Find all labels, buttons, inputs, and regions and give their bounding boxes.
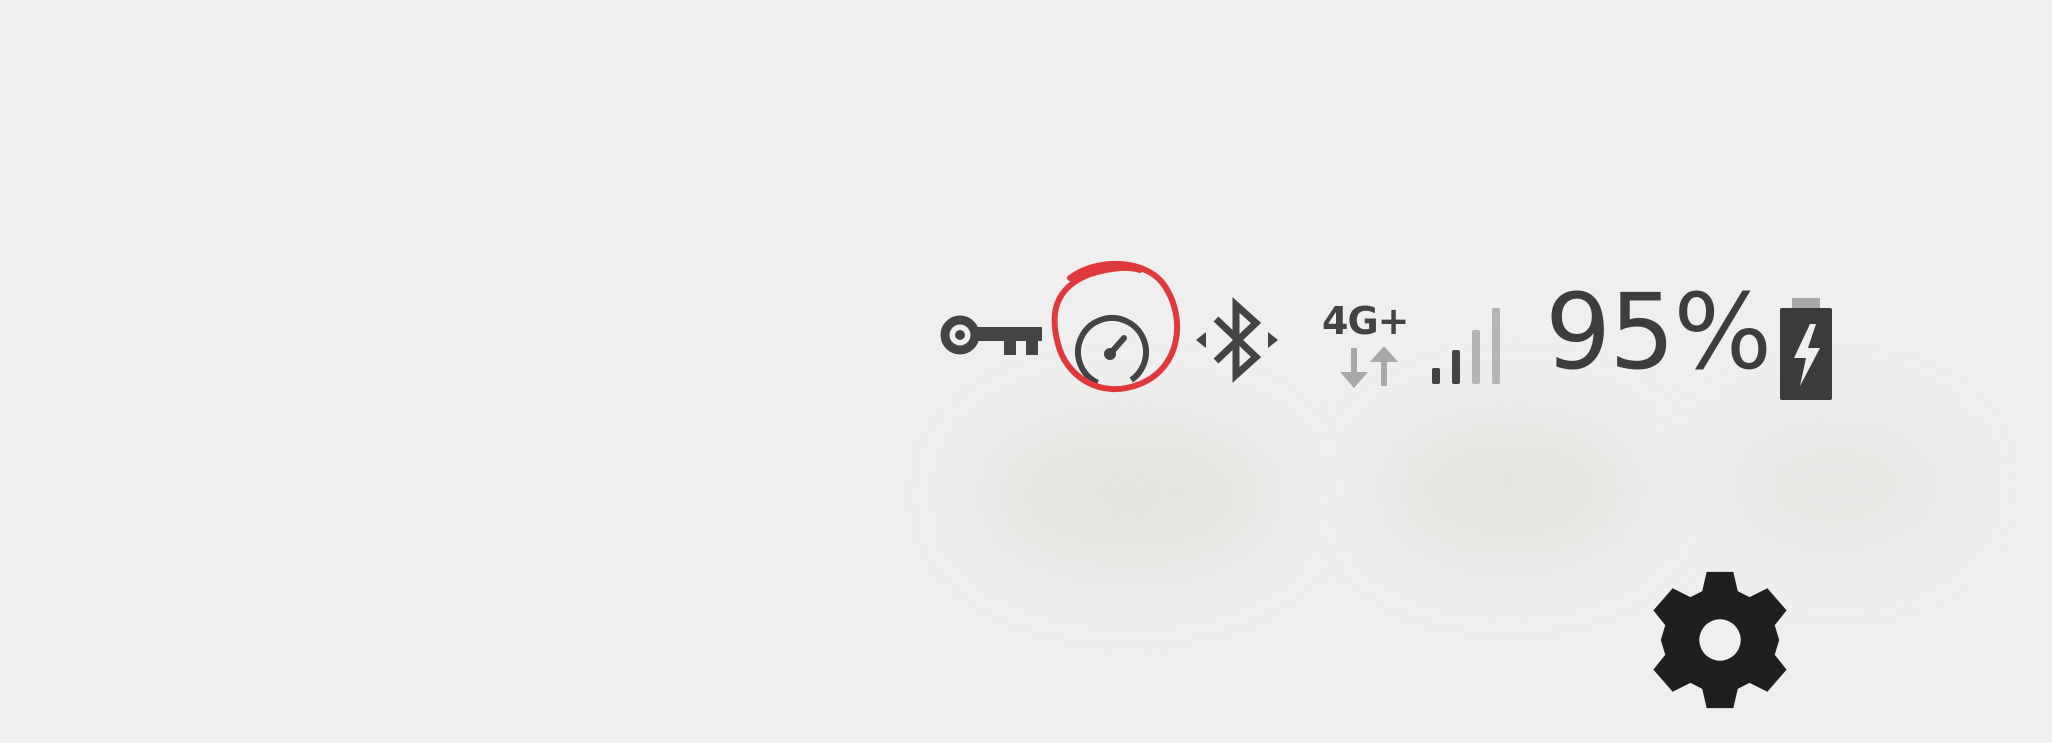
settings-button[interactable] [1646, 566, 1794, 714]
data-activity-icon [1340, 346, 1398, 388]
background-blur [1380, 420, 1640, 560]
background-blur [1720, 420, 1950, 550]
highlight-circle [1051, 260, 1181, 392]
battery-charging-icon [1780, 298, 1832, 400]
background-blur [980, 420, 1280, 570]
battery-percent: 95% [1545, 271, 1772, 393]
vpn-key-icon [940, 315, 1042, 355]
signal-strength-icon [1432, 308, 1500, 384]
status-bar: 4G+ 95% [930, 260, 1850, 420]
bluetooth-icon [1196, 297, 1278, 383]
network-type-label: 4G+ [1322, 299, 1409, 343]
gear-icon [1653, 571, 1787, 709]
